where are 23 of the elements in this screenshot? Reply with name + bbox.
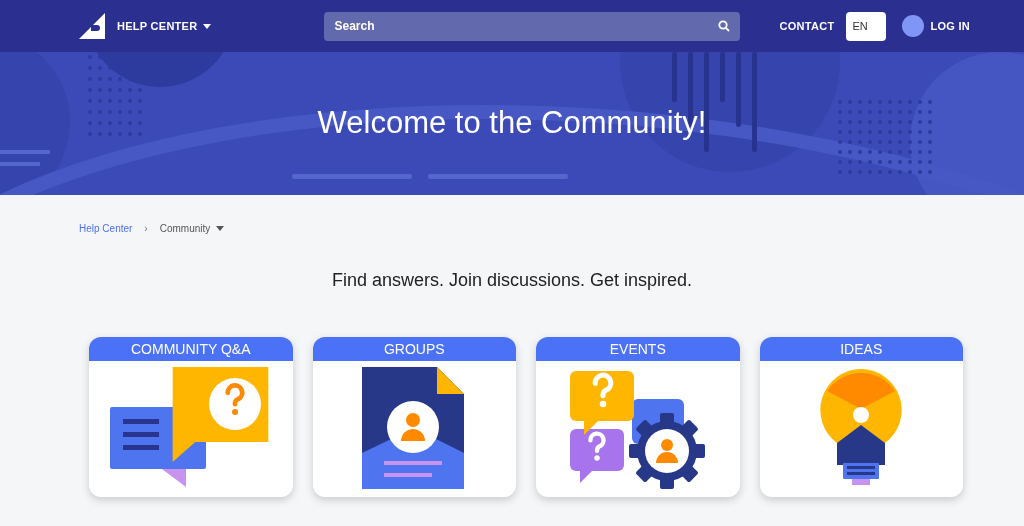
card-title: COMMUNITY Q&A bbox=[89, 337, 293, 361]
category-card[interactable]: IDEAS bbox=[759, 337, 963, 497]
card-title: EVENTS bbox=[536, 337, 740, 361]
login-link[interactable]: LOG IN bbox=[930, 17, 970, 35]
avatar-icon bbox=[902, 15, 925, 37]
contact-link[interactable]: CONTACT bbox=[779, 17, 835, 35]
tagline: Find answers. Join discussions. Get inspired. bbox=[330, 269, 694, 292]
caret-icon bbox=[203, 23, 212, 29]
logo-icon[interactable] bbox=[79, 13, 105, 39]
help-center-menu[interactable]: HELP CENTER bbox=[117, 17, 212, 35]
category-card[interactable]: EVENTS bbox=[536, 337, 740, 497]
category-card[interactable]: GROUPS bbox=[312, 337, 516, 497]
language-selector[interactable]: EN bbox=[846, 11, 887, 41]
card-title: GROUPS bbox=[312, 337, 516, 361]
search-field[interactable]: Search bbox=[324, 11, 741, 41]
category-card[interactable]: COMMUNITY Q&A bbox=[89, 337, 293, 497]
breadcrumb-separator: › bbox=[144, 222, 148, 236]
hero-title: Welcome to the Community! bbox=[317, 104, 707, 143]
card-title: IDEAS bbox=[759, 337, 963, 361]
search-icon[interactable] bbox=[718, 20, 731, 32]
breadcrumb-dropdown[interactable]: Community bbox=[159, 221, 225, 236]
breadcrumb-link[interactable]: Help Center bbox=[79, 221, 133, 236]
caret-icon bbox=[216, 226, 225, 231]
